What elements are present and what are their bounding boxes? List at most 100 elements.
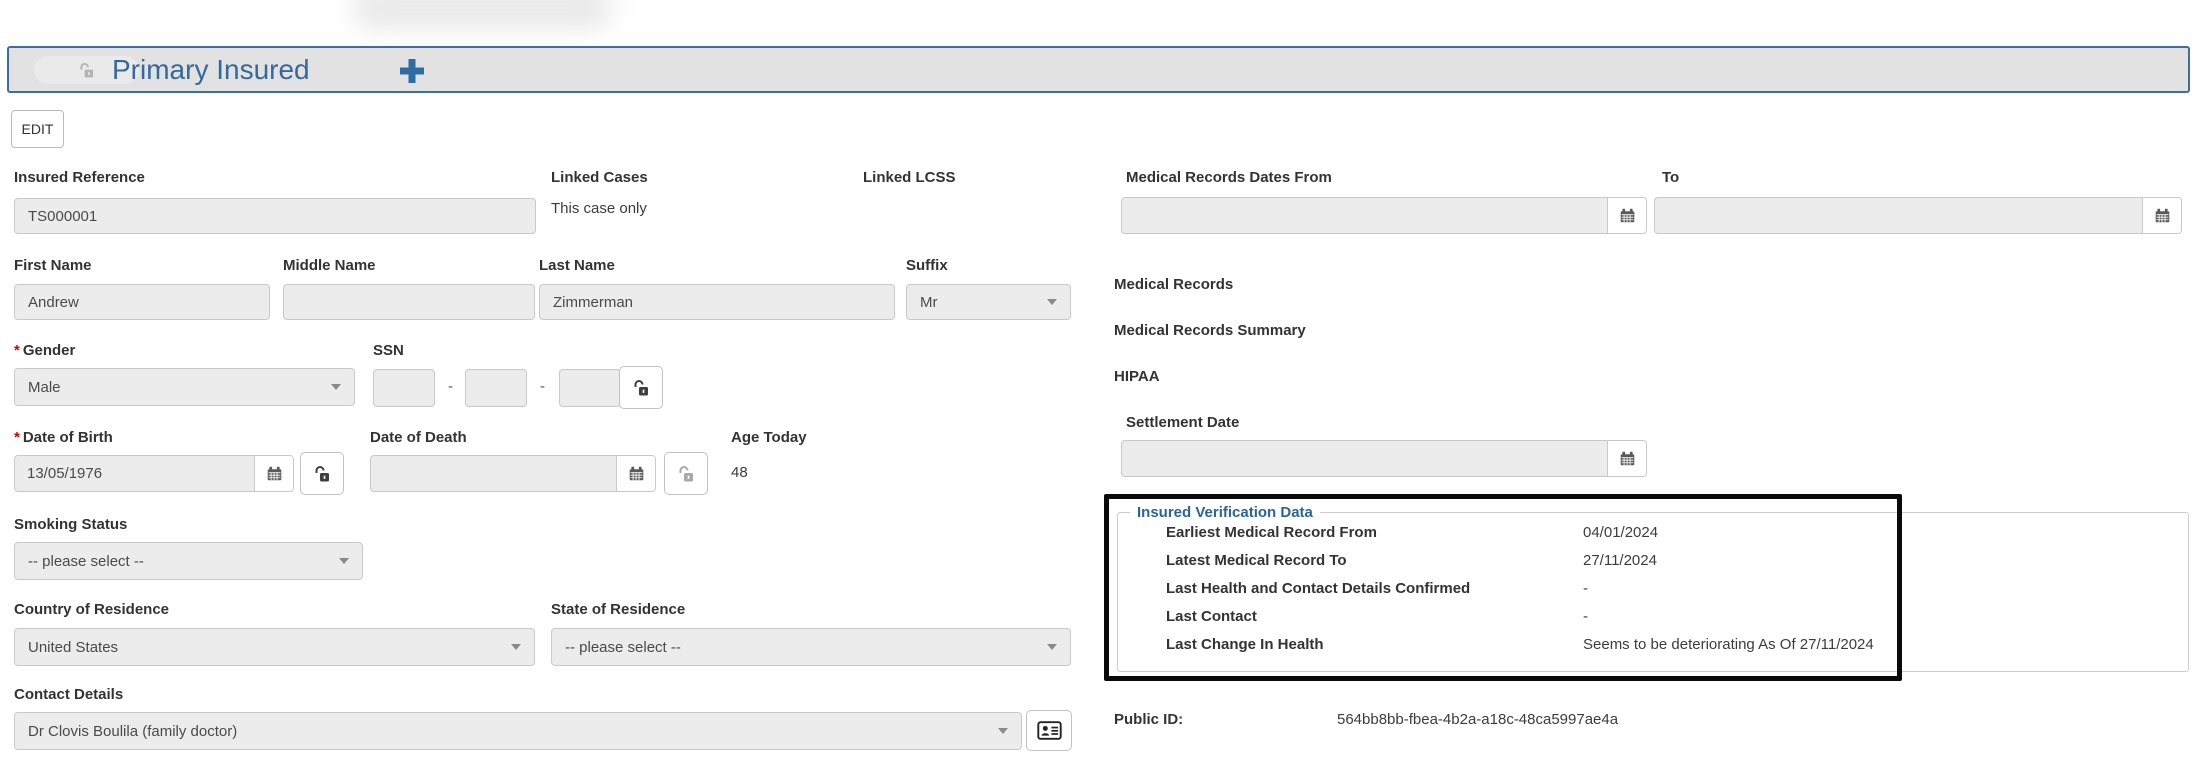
calendar-icon [1619, 207, 1636, 224]
first-name-input[interactable]: Andrew [14, 284, 270, 320]
gender-value: Male [28, 379, 61, 396]
required-asterisk: * [14, 429, 20, 446]
first-name-value: Andrew [28, 294, 79, 311]
plus-icon [397, 56, 427, 86]
contact-card-icon [1037, 721, 1062, 740]
first-name-label: First Name [14, 257, 92, 275]
suffix-value: Mr [920, 294, 938, 311]
date-of-death-calendar-button[interactable] [616, 456, 655, 491]
date-of-death-field [370, 455, 656, 492]
insured-reference-input[interactable]: TS000001 [14, 198, 536, 234]
calendar-icon [266, 465, 283, 482]
gender-select[interactable]: Male [14, 368, 355, 406]
medical-records-dates-from-label: Medical Records Dates From [1126, 169, 1332, 187]
last-name-input[interactable]: Zimmerman [539, 284, 895, 320]
suffix-select[interactable]: Mr [906, 284, 1071, 320]
chevron-down-icon [339, 558, 349, 564]
medical-records-dates-from-input[interactable] [1122, 198, 1607, 233]
verification-row-value: 27/11/2024 [1583, 552, 1657, 569]
edit-button[interactable]: EDIT [11, 110, 64, 148]
date-of-birth-label: *Date of Birth [14, 429, 113, 447]
ssn-label: SSN [373, 342, 404, 360]
suffix-label: Suffix [906, 257, 948, 275]
country-of-residence-value: United States [28, 639, 118, 656]
linked-lcss-label: Linked LCSS [863, 169, 956, 187]
chevron-down-icon [1047, 299, 1057, 305]
last-name-value: Zimmerman [553, 294, 633, 311]
date-of-birth-input[interactable]: 13/05/1976 [15, 456, 254, 491]
smoking-status-label: Smoking Status [14, 516, 127, 534]
settlement-date-input[interactable] [1122, 441, 1607, 476]
medical-records-dates-from-field [1121, 197, 1647, 234]
unlock-icon [314, 465, 330, 483]
medical-records-dates-from-calendar-button[interactable] [1607, 198, 1646, 233]
verification-row-label: Last Health and Contact Details Confirme… [1166, 580, 1470, 597]
unlock-icon [678, 465, 694, 483]
verification-row-label: Earliest Medical Record From [1166, 524, 1377, 541]
medical-records-dates-to-label: To [1662, 169, 1679, 187]
age-today-value: 48 [731, 464, 748, 482]
date-of-death-label: Date of Death [370, 429, 467, 447]
ssn-separator: - [540, 378, 545, 395]
settlement-date-label: Settlement Date [1126, 414, 1239, 432]
verification-row-value: 04/01/2024 [1583, 524, 1658, 541]
medical-records-label: Medical Records [1114, 276, 1233, 294]
insured-reference-value: TS000001 [28, 208, 97, 225]
medical-records-dates-to-input[interactable] [1655, 198, 2142, 233]
chevron-down-icon [998, 728, 1008, 734]
calendar-icon [2154, 207, 2171, 224]
last-name-label: Last Name [539, 257, 615, 275]
medical-records-summary-label: Medical Records Summary [1114, 322, 1306, 340]
add-button[interactable] [397, 56, 427, 86]
insured-verification-data-title: Insured Verification Data [1130, 504, 1320, 521]
gender-label: *Gender [14, 342, 75, 360]
date-of-death-input[interactable] [371, 456, 616, 491]
date-of-birth-lock-button[interactable] [300, 452, 344, 495]
date-of-birth-calendar-button[interactable] [254, 456, 293, 491]
redacted-blur [352, 0, 612, 30]
verification-row-label: Last Contact [1166, 608, 1257, 625]
public-id-value: 564bb8bb-fbea-4b2a-a18c-48ca5997ae4a [1337, 711, 1618, 729]
calendar-icon [628, 465, 645, 482]
ssn-part2-input[interactable] [465, 369, 527, 407]
date-of-death-lock-button[interactable] [664, 452, 708, 495]
unlock-icon [633, 379, 649, 397]
calendar-icon [1619, 450, 1636, 467]
contact-details-select[interactable]: Dr Clovis Boulila (family doctor) [14, 712, 1022, 750]
medical-records-dates-to-calendar-button[interactable] [2142, 198, 2181, 233]
middle-name-label: Middle Name [283, 257, 376, 275]
state-of-residence-value: -- please select -- [565, 639, 681, 656]
section-title: Primary Insured [112, 54, 310, 86]
contact-details-value: Dr Clovis Boulila (family doctor) [28, 723, 237, 740]
verification-row-label: Last Change In Health [1166, 636, 1324, 653]
state-of-residence-select[interactable]: -- please select -- [551, 628, 1071, 666]
chevron-down-icon [511, 644, 521, 650]
state-of-residence-label: State of Residence [551, 601, 685, 619]
country-of-residence-select[interactable]: United States [14, 628, 535, 666]
linked-cases-label: Linked Cases [551, 169, 648, 187]
middle-name-input[interactable] [283, 284, 535, 320]
country-of-residence-label: Country of Residence [14, 601, 169, 619]
insured-reference-label: Insured Reference [14, 169, 145, 187]
public-id-label: Public ID: [1114, 711, 1183, 729]
ssn-lock-button[interactable] [619, 366, 663, 409]
smoking-status-value: -- please select -- [28, 553, 144, 570]
date-of-birth-field: 13/05/1976 [14, 455, 294, 492]
linked-cases-value: This case only [551, 200, 647, 218]
ssn-part3-input[interactable] [559, 369, 621, 407]
primary-insured-page: Primary Insured EDIT Insured Reference T… [0, 0, 2199, 765]
ssn-part1-input[interactable] [373, 369, 435, 407]
settlement-date-field [1121, 440, 1647, 477]
contact-card-button[interactable] [1026, 710, 1072, 751]
section-header-bar: Primary Insured [7, 46, 2190, 93]
unlock-icon [79, 62, 94, 79]
settlement-date-calendar-button[interactable] [1607, 441, 1646, 476]
chevron-down-icon [1047, 644, 1057, 650]
chevron-down-icon [331, 384, 341, 390]
smoking-status-select[interactable]: -- please select -- [14, 542, 363, 580]
verification-row-value: - [1583, 608, 1588, 625]
medical-records-dates-to-field [1654, 197, 2182, 234]
contact-details-label: Contact Details [14, 686, 123, 704]
verification-row-value: Seems to be deteriorating As Of 27/11/20… [1583, 636, 1874, 653]
required-asterisk: * [14, 342, 20, 359]
